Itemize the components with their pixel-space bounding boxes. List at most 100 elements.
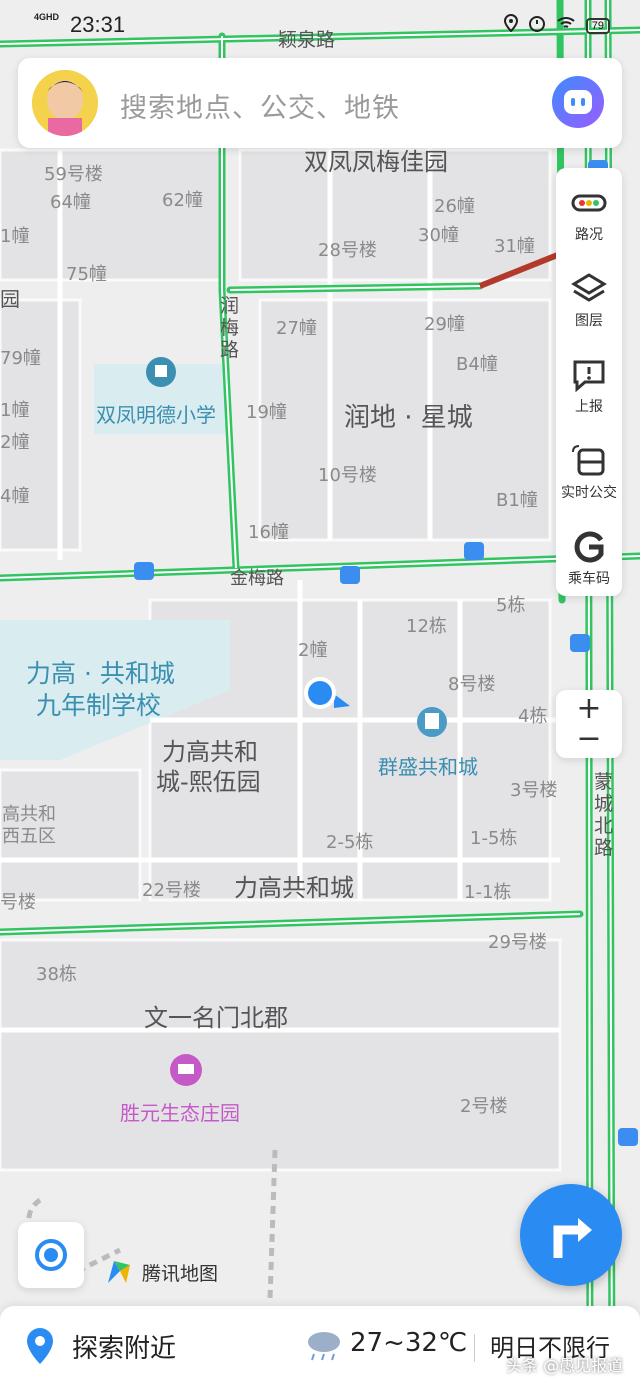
layers-icon — [571, 273, 607, 302]
building-label: 28号楼 — [318, 240, 377, 261]
report-icon — [573, 360, 605, 392]
building-label: 79幢 — [0, 348, 41, 369]
clock: 23:31 — [70, 12, 126, 37]
area-label: 力高共和 — [162, 738, 258, 766]
route-button[interactable] — [520, 1184, 622, 1286]
building-label: 29号楼 — [488, 932, 547, 953]
tool-label: 路况 — [575, 227, 603, 243]
building-label: 22号楼 — [142, 880, 201, 901]
bus-icon — [572, 445, 605, 476]
zoom-in-button[interactable]: + — [556, 694, 622, 724]
area-label: 润地 · 星城 — [344, 403, 473, 433]
building-label: 3号楼 — [510, 780, 557, 801]
area-label: 园 — [0, 287, 20, 311]
road-label-char: 路 — [220, 339, 239, 361]
brand-name: 腾讯地图 — [142, 1262, 219, 1285]
building-label: 62幢 — [162, 190, 203, 211]
ride-code-icon — [574, 531, 604, 563]
divider — [474, 1334, 475, 1362]
brand-logo: 腾讯地图 — [104, 1256, 218, 1288]
tencent-map-logo-icon — [108, 1261, 130, 1283]
area-label: 高共和 — [2, 804, 56, 825]
building-label: B1幢 — [496, 490, 538, 511]
building-label: 27幢 — [276, 318, 317, 339]
assistant-icon[interactable] — [552, 76, 604, 128]
turn-right-icon — [553, 1218, 592, 1258]
road-label-char: 北 — [594, 815, 613, 837]
realtime-bus-button[interactable]: 实时公交 — [556, 430, 622, 510]
locate-icon — [35, 1239, 67, 1271]
battery-icon: 79 — [585, 17, 610, 34]
building-label: B4幢 — [456, 354, 498, 375]
zoom-out-button[interactable]: − — [556, 724, 622, 754]
search-bar[interactable]: 搜索地点、公交、地铁 — [18, 58, 622, 148]
road-label-char: 梅 — [220, 317, 239, 339]
ride-code-button[interactable]: 乘车码 — [556, 516, 622, 596]
building-label: 75幢 — [66, 264, 107, 285]
building-label: 2-5栋 — [326, 832, 373, 853]
building-label: 30幢 — [418, 225, 459, 246]
road-label-char: 城 — [594, 793, 613, 815]
watermark: 头条 @愚见报道 — [506, 1356, 624, 1375]
network-indicator: 4GHD — [34, 12, 60, 22]
map-toolbar: 路况 图层 上报 实时公交 乘车码 — [556, 168, 622, 596]
report-button[interactable]: 上报 — [556, 344, 622, 424]
building-label: 12栋 — [406, 616, 447, 637]
zoom-control: + − — [556, 690, 622, 758]
school-label: 力高 · 共和城 — [26, 659, 175, 688]
location-status-icon — [503, 13, 518, 37]
locate-me-button[interactable] — [18, 1222, 84, 1288]
building-label: 4栋 — [518, 706, 547, 727]
building-label: 38栋 — [36, 964, 77, 985]
area-label: 文一名门北郡 — [144, 1004, 288, 1032]
building-label: 2幢 — [0, 432, 29, 453]
explore-nearby-button[interactable]: 探索附近 — [72, 1328, 176, 1365]
area-label: 城-熙伍园 — [156, 768, 261, 796]
building-label: 19幢 — [246, 402, 287, 423]
map-canvas[interactable]: 颖泉路 59号楼 64幢 62幢 1幢 75幢 园 双凤凤梅佳园 26幢 28号… — [0, 0, 640, 1386]
poi-label: 胜元生态庄园 — [120, 1101, 240, 1125]
building-label: 26幢 — [434, 196, 475, 217]
weather-temperature[interactable]: 27~32℃ — [350, 1328, 467, 1358]
building-pin-icon — [417, 707, 447, 737]
building-label: 2幢 — [298, 640, 327, 661]
layers-button[interactable]: 图层 — [556, 258, 622, 338]
building-label: 64幢 — [50, 192, 91, 213]
building-label: 31幢 — [494, 236, 535, 257]
building-label: 5栋 — [496, 595, 525, 616]
building-label: 59号楼 — [44, 164, 103, 185]
tool-label: 上报 — [575, 399, 603, 415]
tool-label: 图层 — [575, 313, 603, 329]
building-label: 1-5栋 — [470, 828, 517, 849]
building-label: 1幢 — [0, 400, 29, 421]
building-label: 16幢 — [248, 522, 289, 543]
cloud-rain-icon — [304, 1328, 344, 1366]
building-label: 10号楼 — [318, 465, 377, 486]
building-label: 29幢 — [424, 314, 465, 335]
traffic-button[interactable]: 路况 — [556, 172, 622, 252]
school-label: 九年制学校 — [36, 691, 161, 720]
search-input[interactable]: 搜索地点、公交、地铁 — [120, 86, 400, 125]
tool-label: 乘车码 — [568, 571, 610, 587]
area-label: 西五区 — [2, 826, 56, 847]
building-label: 4幢 — [0, 486, 29, 507]
status-bar: 4GHD 23:31 79 — [0, 0, 640, 52]
hotel-pin-icon — [170, 1054, 202, 1086]
building-label: 1幢 — [0, 226, 29, 247]
tool-label: 实时公交 — [561, 485, 617, 501]
building-label: 号楼 — [0, 892, 36, 913]
road-label-char: 蒙 — [594, 771, 613, 793]
alarm-icon — [528, 14, 546, 37]
school-pin-icon — [146, 357, 176, 387]
wifi-icon — [556, 15, 576, 36]
area-label: 双凤凤梅佳园 — [304, 148, 448, 176]
location-pin-icon — [24, 1326, 56, 1370]
building-label: 2号楼 — [460, 1096, 507, 1117]
poi-label: 群盛共和城 — [378, 755, 478, 779]
road-label-char: 润 — [220, 295, 239, 317]
road-label: 金梅路 — [230, 568, 284, 589]
avatar[interactable] — [32, 70, 98, 136]
road-label-char: 路 — [594, 837, 613, 859]
building-label: 8号楼 — [448, 674, 495, 695]
building-label: 1-1栋 — [464, 882, 511, 903]
